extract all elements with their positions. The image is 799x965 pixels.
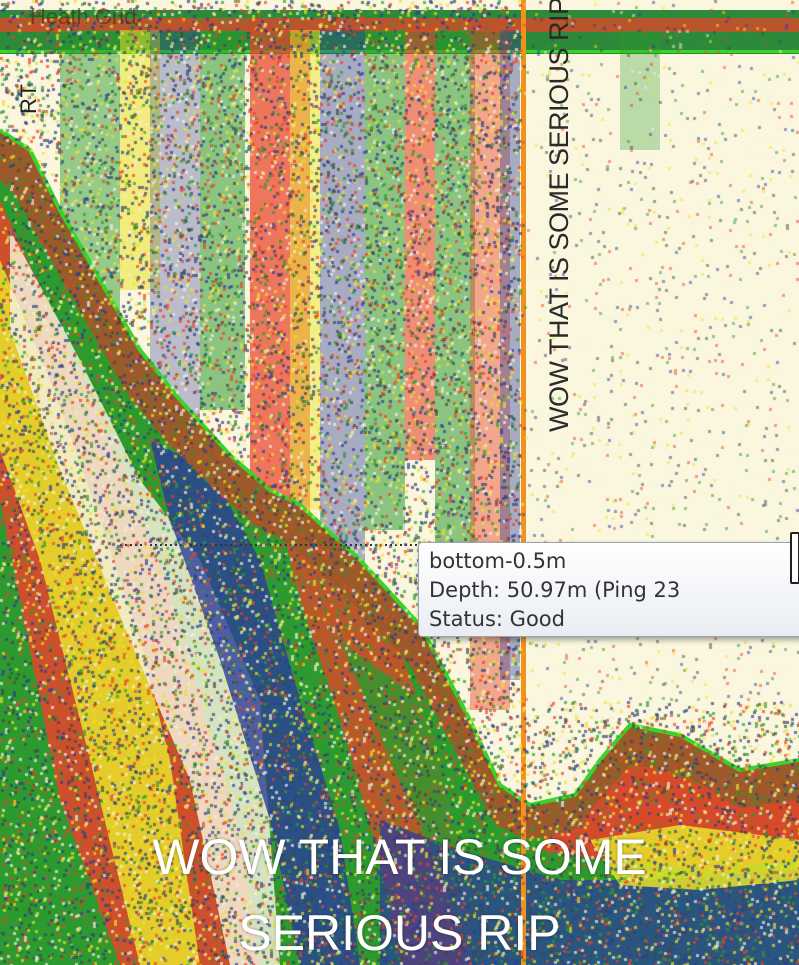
marker-annotation-text: WOW THAT IS SOME SERIOUS RIP bbox=[544, 0, 574, 432]
cursor-handle[interactable] bbox=[790, 532, 799, 584]
channel-label-text: RT bbox=[16, 83, 41, 114]
tooltip-line-status: Status: Good bbox=[429, 607, 565, 631]
echo-noise bbox=[0, 0, 799, 965]
grid-name-label: Heath Grid bbox=[30, 4, 137, 29]
channel-label: RT bbox=[14, 28, 44, 118]
marker-annotation: WOW THAT IS SOME SERIOUS RIP bbox=[542, 0, 574, 438]
tooltip-line-depth: Depth: 50.97m (Ping 23 bbox=[429, 578, 681, 602]
bottom-tooltip: bottom-0.5m Depth: 50.97m (Ping 23 Statu… bbox=[418, 542, 799, 637]
caption-line-2: SERIOUS RIP bbox=[238, 905, 561, 961]
tooltip-line-name: bottom-0.5m bbox=[429, 549, 567, 573]
caption-line-1: WOW THAT IS SOME bbox=[152, 829, 647, 885]
